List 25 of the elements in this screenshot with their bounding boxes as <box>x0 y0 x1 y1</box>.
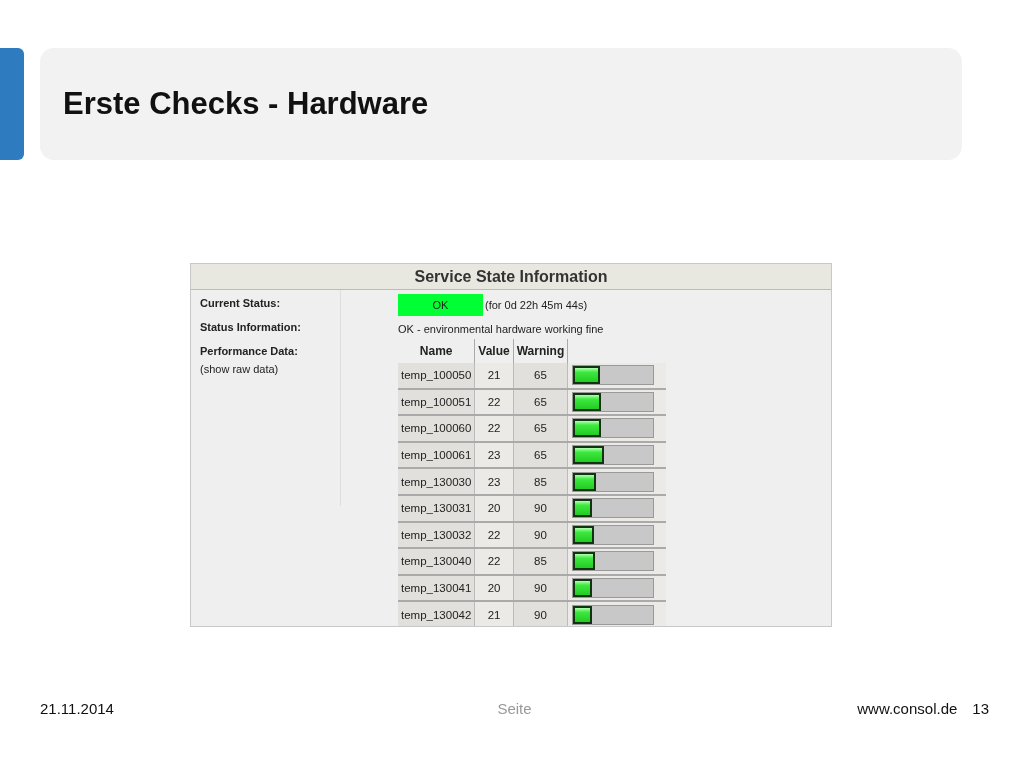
table-cell: 21 <box>474 363 514 389</box>
field-label: Performance Data: <box>200 344 299 359</box>
table-cell: temp_130041 <box>398 574 475 602</box>
raw-data-link[interactable]: (show raw data) <box>200 362 340 376</box>
footer-url: www.consol.de <box>857 700 958 717</box>
table-cell: temp_100061 <box>398 441 475 469</box>
panel-title: Service State Information <box>191 264 831 290</box>
table-cell: temp_100060 <box>398 415 475 442</box>
status-text: OK - environmental hardware working fine <box>398 323 604 335</box>
field-label: Status Information: <box>200 320 302 335</box>
table-cell: 65 <box>513 363 568 389</box>
table-cell: temp_100051 <box>398 388 475 416</box>
table-cell: temp_100050 <box>398 363 475 389</box>
table-cell: temp_130030 <box>398 468 475 495</box>
field-label: Current Status: <box>200 296 282 311</box>
footer-date: 21.11.2014 <box>40 700 114 717</box>
table-cell: temp_130032 <box>398 521 475 549</box>
table-cell: temp_130042 <box>398 601 475 626</box>
slide-title: Erste Checks - Hardware <box>63 86 429 122</box>
table-cell: temp_130040 <box>398 548 475 575</box>
status-duration: (for 0d 22h 45m 44s) <box>485 299 588 311</box>
status-badge: OK <box>398 294 483 316</box>
footer-label: Seite <box>497 700 532 717</box>
page-number: 13 <box>972 700 989 717</box>
table-cell: temp_130031 <box>398 494 475 522</box>
